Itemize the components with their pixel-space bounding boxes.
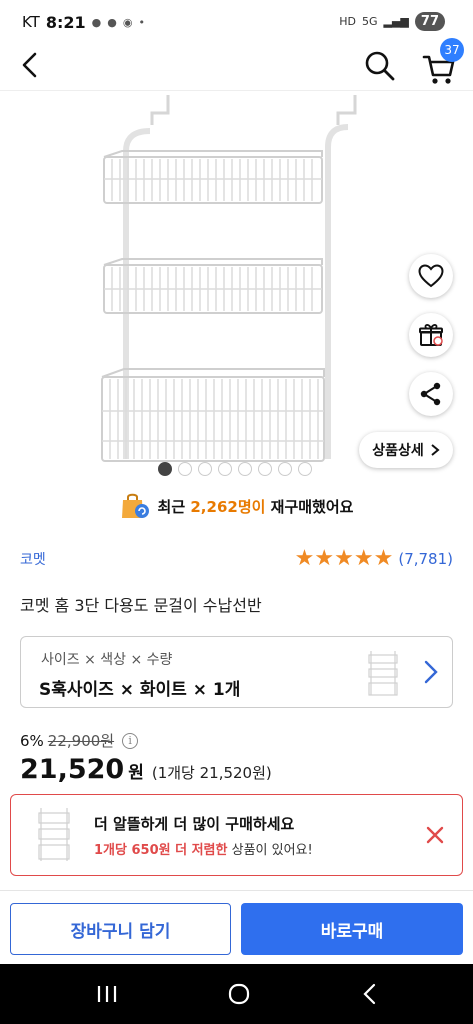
discount-rate: 6%: [20, 731, 44, 750]
system-back-button[interactable]: [356, 980, 386, 1008]
star-icon: ★: [314, 546, 335, 571]
original-price: 22,900원: [47, 732, 115, 750]
clock: 8:21: [45, 12, 86, 32]
promo-subline: 1개당 650원 더 저렴한 상품이 있어요!: [94, 839, 313, 858]
back-button[interactable]: [16, 50, 46, 80]
repurchase-prefix: 최근: [157, 497, 186, 516]
wishlist-button[interactable]: [409, 254, 453, 298]
home-button[interactable]: [224, 980, 254, 1008]
talk-icon: ●: [107, 15, 117, 29]
search-button[interactable]: [362, 48, 398, 84]
star-icon: ★: [353, 546, 374, 571]
hyundai-icon: ◉: [122, 15, 133, 29]
close-icon[interactable]: [423, 823, 447, 847]
top-nav: [0, 44, 473, 90]
signal-icon: ▂▄▆: [383, 15, 409, 28]
repurchase-count: 2,262명이: [190, 497, 266, 516]
option-selector[interactable]: 사이즈 × 색상 × 수량 S훅사이즈 × 화이트 × 1개: [20, 636, 453, 708]
hd-icon: HD: [339, 15, 356, 28]
carousel-dot[interactable]: [218, 462, 232, 476]
repurchase-suffix: 재구매했어요: [270, 497, 354, 516]
status-bar: KT 8:21 ● ● ◉ • HD 5G ▂▄▆ 77: [0, 0, 473, 44]
promo-headline: 더 알뜰하게 더 많이 구매하세요: [94, 815, 295, 833]
option-value: S훅사이즈 × 화이트 × 1개: [39, 680, 241, 700]
carousel-dot[interactable]: [278, 462, 292, 476]
chevron-left-icon: [22, 52, 37, 78]
carousel-dots: [158, 462, 312, 476]
network-label: 5G: [361, 15, 378, 28]
promo-thumbnail: [38, 808, 70, 861]
carousel-dot[interactable]: [298, 462, 312, 476]
repurchase-banner: 최근 2,262명이 재구매했어요: [0, 490, 473, 522]
add-to-cart-button[interactable]: 장바구니 담기: [10, 903, 231, 955]
more-notifications-icon: •: [138, 15, 145, 29]
star-icon: ★: [373, 546, 394, 571]
shopping-bag-icon: [121, 493, 149, 518]
product-photo: [101, 95, 357, 462]
star-icon: ★: [334, 546, 354, 571]
bottom-action-bar: 장바구니 담기 바로구매: [0, 890, 473, 964]
share-icon: [420, 382, 441, 406]
carousel-dot[interactable]: [178, 462, 192, 476]
cart-count-badge: 37: [440, 38, 464, 62]
product-detail-label: 상품상세: [372, 443, 424, 459]
chevron-right-icon: [424, 660, 438, 684]
currency-label: 원: [128, 763, 144, 783]
recent-apps-button[interactable]: [92, 980, 122, 1008]
unit-price: (1개당 21,520원): [151, 764, 272, 782]
star-icon: ★: [294, 546, 315, 571]
brand-rating-row: 코멧 ★★★★★ (7,781): [20, 546, 453, 572]
bulk-promo-banner[interactable]: 더 알뜰하게 더 많이 구매하세요 1개당 650원 더 저렴한 상품이 있어요…: [10, 794, 463, 876]
sale-price: 21,520: [20, 754, 125, 785]
product-detail-button[interactable]: 상품상세: [359, 432, 453, 468]
carousel-dot[interactable]: [238, 462, 252, 476]
product-title: 코멧 홈 3단 다용도 문걸이 수납선반: [20, 596, 262, 615]
carrier-label: KT: [22, 13, 40, 31]
buy-now-button[interactable]: 바로구매: [241, 903, 463, 955]
chat-bubble-icon: ●: [91, 15, 102, 29]
option-thumbnail: [368, 651, 398, 696]
system-nav-bar: [0, 964, 473, 1024]
chevron-right-icon: [431, 444, 440, 456]
carousel-dot[interactable]: [258, 462, 272, 476]
brand-link[interactable]: 코멧: [20, 549, 46, 569]
gift-icon: [419, 324, 443, 346]
promo-highlight: 1개당 650원 더 저렴한: [94, 843, 228, 858]
search-icon: [365, 51, 395, 81]
star-rating: ★★★★★: [295, 548, 394, 570]
product-image[interactable]: [0, 90, 473, 480]
info-icon[interactable]: i: [122, 732, 139, 749]
option-label: 사이즈 × 색상 × 수량: [41, 652, 173, 668]
review-count[interactable]: (7,781): [398, 550, 453, 568]
battery-badge: 77: [414, 12, 445, 31]
carousel-dot[interactable]: [198, 462, 212, 476]
share-button[interactable]: [409, 372, 453, 416]
carousel-dot[interactable]: [158, 462, 172, 476]
heart-icon: [418, 264, 444, 288]
discount-row: 6% 22,900원 i: [20, 730, 139, 751]
gift-button[interactable]: [409, 313, 453, 357]
price-row: 21,520 원 (1개당 21,520원): [20, 754, 272, 785]
promo-subline-rest: 상품이 있어요!: [227, 843, 313, 858]
rating[interactable]: ★★★★★ (7,781): [295, 548, 453, 570]
